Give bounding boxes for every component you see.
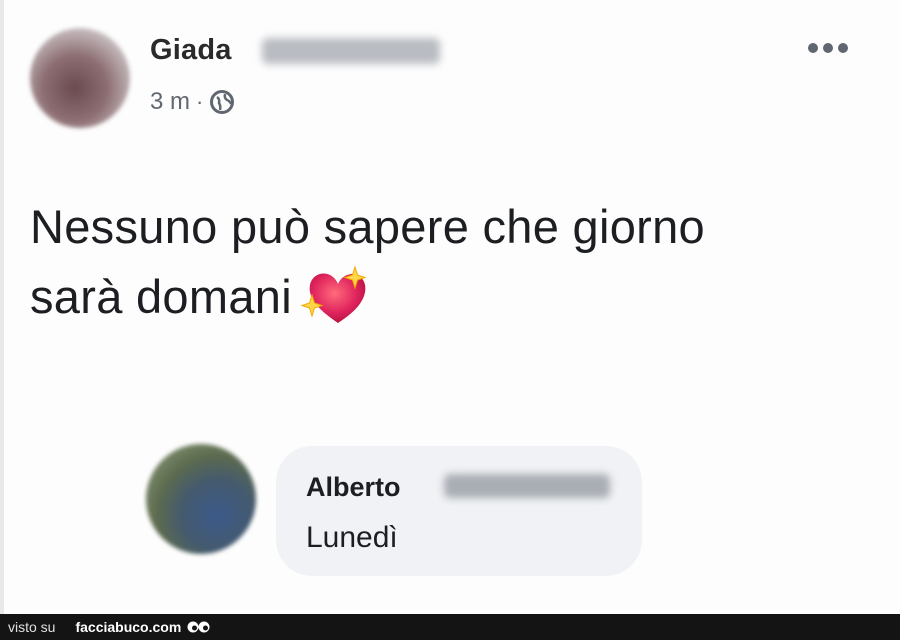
comment-bubble bbox=[276, 446, 642, 576]
meta-separator: · bbox=[196, 89, 204, 114]
post-meta: 3 m · bbox=[150, 88, 235, 116]
footer-brand[interactable]: facciabuco.com bbox=[75, 619, 181, 635]
eyes-icon bbox=[187, 620, 211, 634]
post-text-line-1: Nessuno può sapere che giorno bbox=[30, 200, 705, 253]
left-border bbox=[0, 0, 4, 614]
post-text-line-2: sarà domani bbox=[30, 262, 880, 332]
author-avatar[interactable] bbox=[30, 28, 130, 128]
commenter-surname-blurred bbox=[444, 474, 610, 498]
sparkling-heart-icon bbox=[300, 265, 372, 327]
author-name[interactable]: Giada bbox=[150, 34, 232, 67]
globe-icon[interactable] bbox=[209, 89, 235, 115]
watermark-footer: visto su facciabuco.com bbox=[0, 614, 900, 640]
post-time[interactable]: 3 m bbox=[150, 88, 190, 116]
more-options-icon[interactable] bbox=[808, 38, 858, 58]
comment-text: Lunedì bbox=[306, 521, 398, 554]
footer-seen-on: visto su bbox=[8, 619, 56, 635]
commenter-avatar[interactable] bbox=[146, 444, 256, 554]
commenter-name[interactable]: Alberto bbox=[306, 472, 401, 503]
author-surname-blurred bbox=[262, 38, 440, 64]
post-text-line-2-text: sarà domani bbox=[30, 270, 292, 323]
post-text: Nessuno può sapere che giorno sarà doman… bbox=[30, 192, 880, 332]
facebook-post: Giada 3 m · Nessuno può sapere che giorn… bbox=[0, 0, 900, 614]
